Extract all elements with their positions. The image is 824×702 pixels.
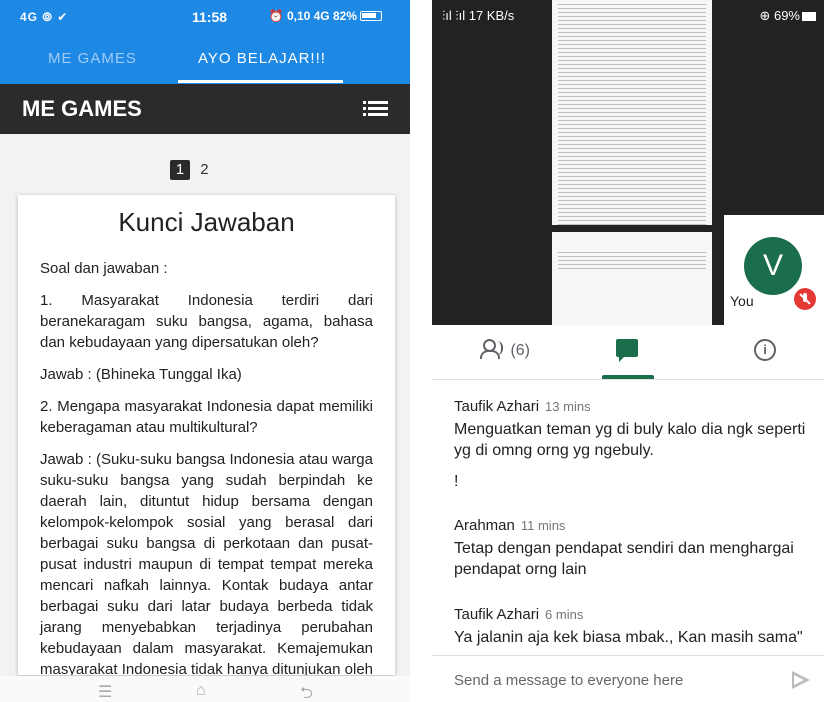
message-input[interactable]: Send a message to everyone here	[454, 672, 683, 689]
status-bar: 4G ⦾ ✔ 11:58 ⏰ 0,10 4G 82%	[0, 0, 410, 34]
status-signal: ⫶ıl ⫶ıl 17 KB/s	[442, 8, 515, 23]
list-menu-icon[interactable]	[363, 101, 388, 117]
tab-ayo-belajar[interactable]: AYO BELAJAR!!!	[198, 50, 326, 67]
message-text: Tetap dengan pendapat sendiri dan mengha…	[454, 540, 794, 578]
pagination: 1 2	[170, 160, 214, 182]
battery-icon	[360, 11, 382, 21]
self-label: You	[730, 293, 754, 309]
card-paragraph: 2. Mengapa masyarakat Indonesia dapat me…	[40, 398, 373, 436]
mic-off-icon	[794, 288, 816, 310]
card-paragraph: Soal dan jawaban :	[40, 260, 168, 277]
message-text: Ya jalanin aja kek biasa mbak., Kan masi…	[454, 629, 803, 646]
card-paragraph: Jawab : (Suku-suku bangsa Indonesia atau…	[40, 451, 373, 675]
status-battery: ⊕ 69%	[759, 8, 816, 24]
status-right-info: ⏰ 0,10 4G 82%	[269, 9, 382, 23]
tab-chat[interactable]	[616, 339, 640, 362]
message-text: Menguatkan teman yg di buly kalo dia ngk…	[454, 421, 806, 459]
back-icon[interactable]: ⮌	[300, 682, 313, 702]
message-author: Taufik Azhari	[454, 398, 540, 415]
status-time: 11:58	[192, 9, 228, 25]
screenshot-composite: 4G ⦾ ✔ 11:58 ⏰ 0,10 4G 82% ME GAMES AYO …	[0, 0, 824, 702]
card-title: Kunci Jawaban	[118, 207, 295, 237]
active-tab-indicator	[602, 375, 654, 379]
home-icon[interactable]: ⌂	[196, 682, 206, 700]
menu-icon[interactable]: ☰	[98, 682, 112, 702]
tab-people[interactable]: (6)	[480, 339, 530, 394]
page-2-button[interactable]: 2	[194, 160, 214, 180]
message-author: Taufik Azhari	[454, 606, 540, 623]
system-nav-bar: ☰ ⌂ ⮌	[0, 676, 410, 702]
page-1-button[interactable]: 1	[170, 160, 190, 180]
self-video-tile[interactable]: V You	[724, 215, 824, 325]
battery-icon	[802, 12, 816, 21]
chat-icon	[616, 339, 638, 362]
meeting-tab-bar: (6) i	[432, 325, 824, 380]
message-time: 6 mins	[545, 607, 584, 622]
right-phone-screen: ⫶ıl ⫶ıl 17 KB/s ⊕ 69% V You (6) i Taufik…	[432, 0, 824, 702]
message-composer: Send a message to everyone here	[432, 655, 824, 702]
active-tab-indicator	[178, 80, 343, 83]
answer-key-card: Kunci Jawaban Soal dan jawaban : 1. Masy…	[18, 195, 395, 675]
chat-message: Taufik Azhari 13 mins Menguatkan teman yg…	[454, 398, 814, 491]
chat-messages: Taufik Azhari 13 mins Menguatkan teman yg…	[454, 398, 814, 674]
status-battery-text: ⊕ 69%	[759, 8, 800, 23]
shared-document-page	[552, 0, 712, 225]
people-icon	[480, 339, 506, 359]
message-text: !	[454, 473, 459, 490]
video-stage: ⫶ıl ⫶ıl 17 KB/s ⊕ 69% V You	[432, 0, 824, 325]
message-author: Arahman	[454, 517, 515, 534]
site-title[interactable]: ME GAMES	[22, 96, 142, 122]
chat-message: Arahman 11 mins Tetap dengan pendapat sen…	[454, 517, 814, 580]
document-text-lines	[558, 252, 706, 270]
message-time: 13 mins	[545, 399, 591, 414]
top-tab-bar: ME GAMES AYO BELAJAR!!!	[0, 34, 410, 84]
site-header: ME GAMES	[0, 84, 410, 134]
document-text-lines	[558, 4, 706, 225]
chat-message: Taufik Azhari 6 mins Ya jalanin aja kek b…	[454, 606, 814, 648]
send-icon[interactable]	[792, 671, 810, 689]
card-paragraph: 1. Masyarakat Indonesia terdiri dari ber…	[40, 292, 373, 351]
info-icon[interactable]: i	[754, 339, 776, 361]
shared-document-page-2	[552, 232, 712, 325]
people-count: (6)	[510, 342, 531, 359]
left-phone-screen: 4G ⦾ ✔ 11:58 ⏰ 0,10 4G 82% ME GAMES AYO …	[0, 0, 410, 702]
status-left-icons: 4G ⦾ ✔	[20, 10, 69, 24]
status-right-text: ⏰ 0,10 4G 82%	[268, 9, 357, 23]
avatar: V	[744, 237, 802, 295]
tab-me-games[interactable]: ME GAMES	[48, 50, 137, 67]
message-time: 11 mins	[520, 518, 566, 533]
card-paragraph: Jawab : (Bhineka Tunggal Ika)	[40, 366, 242, 383]
